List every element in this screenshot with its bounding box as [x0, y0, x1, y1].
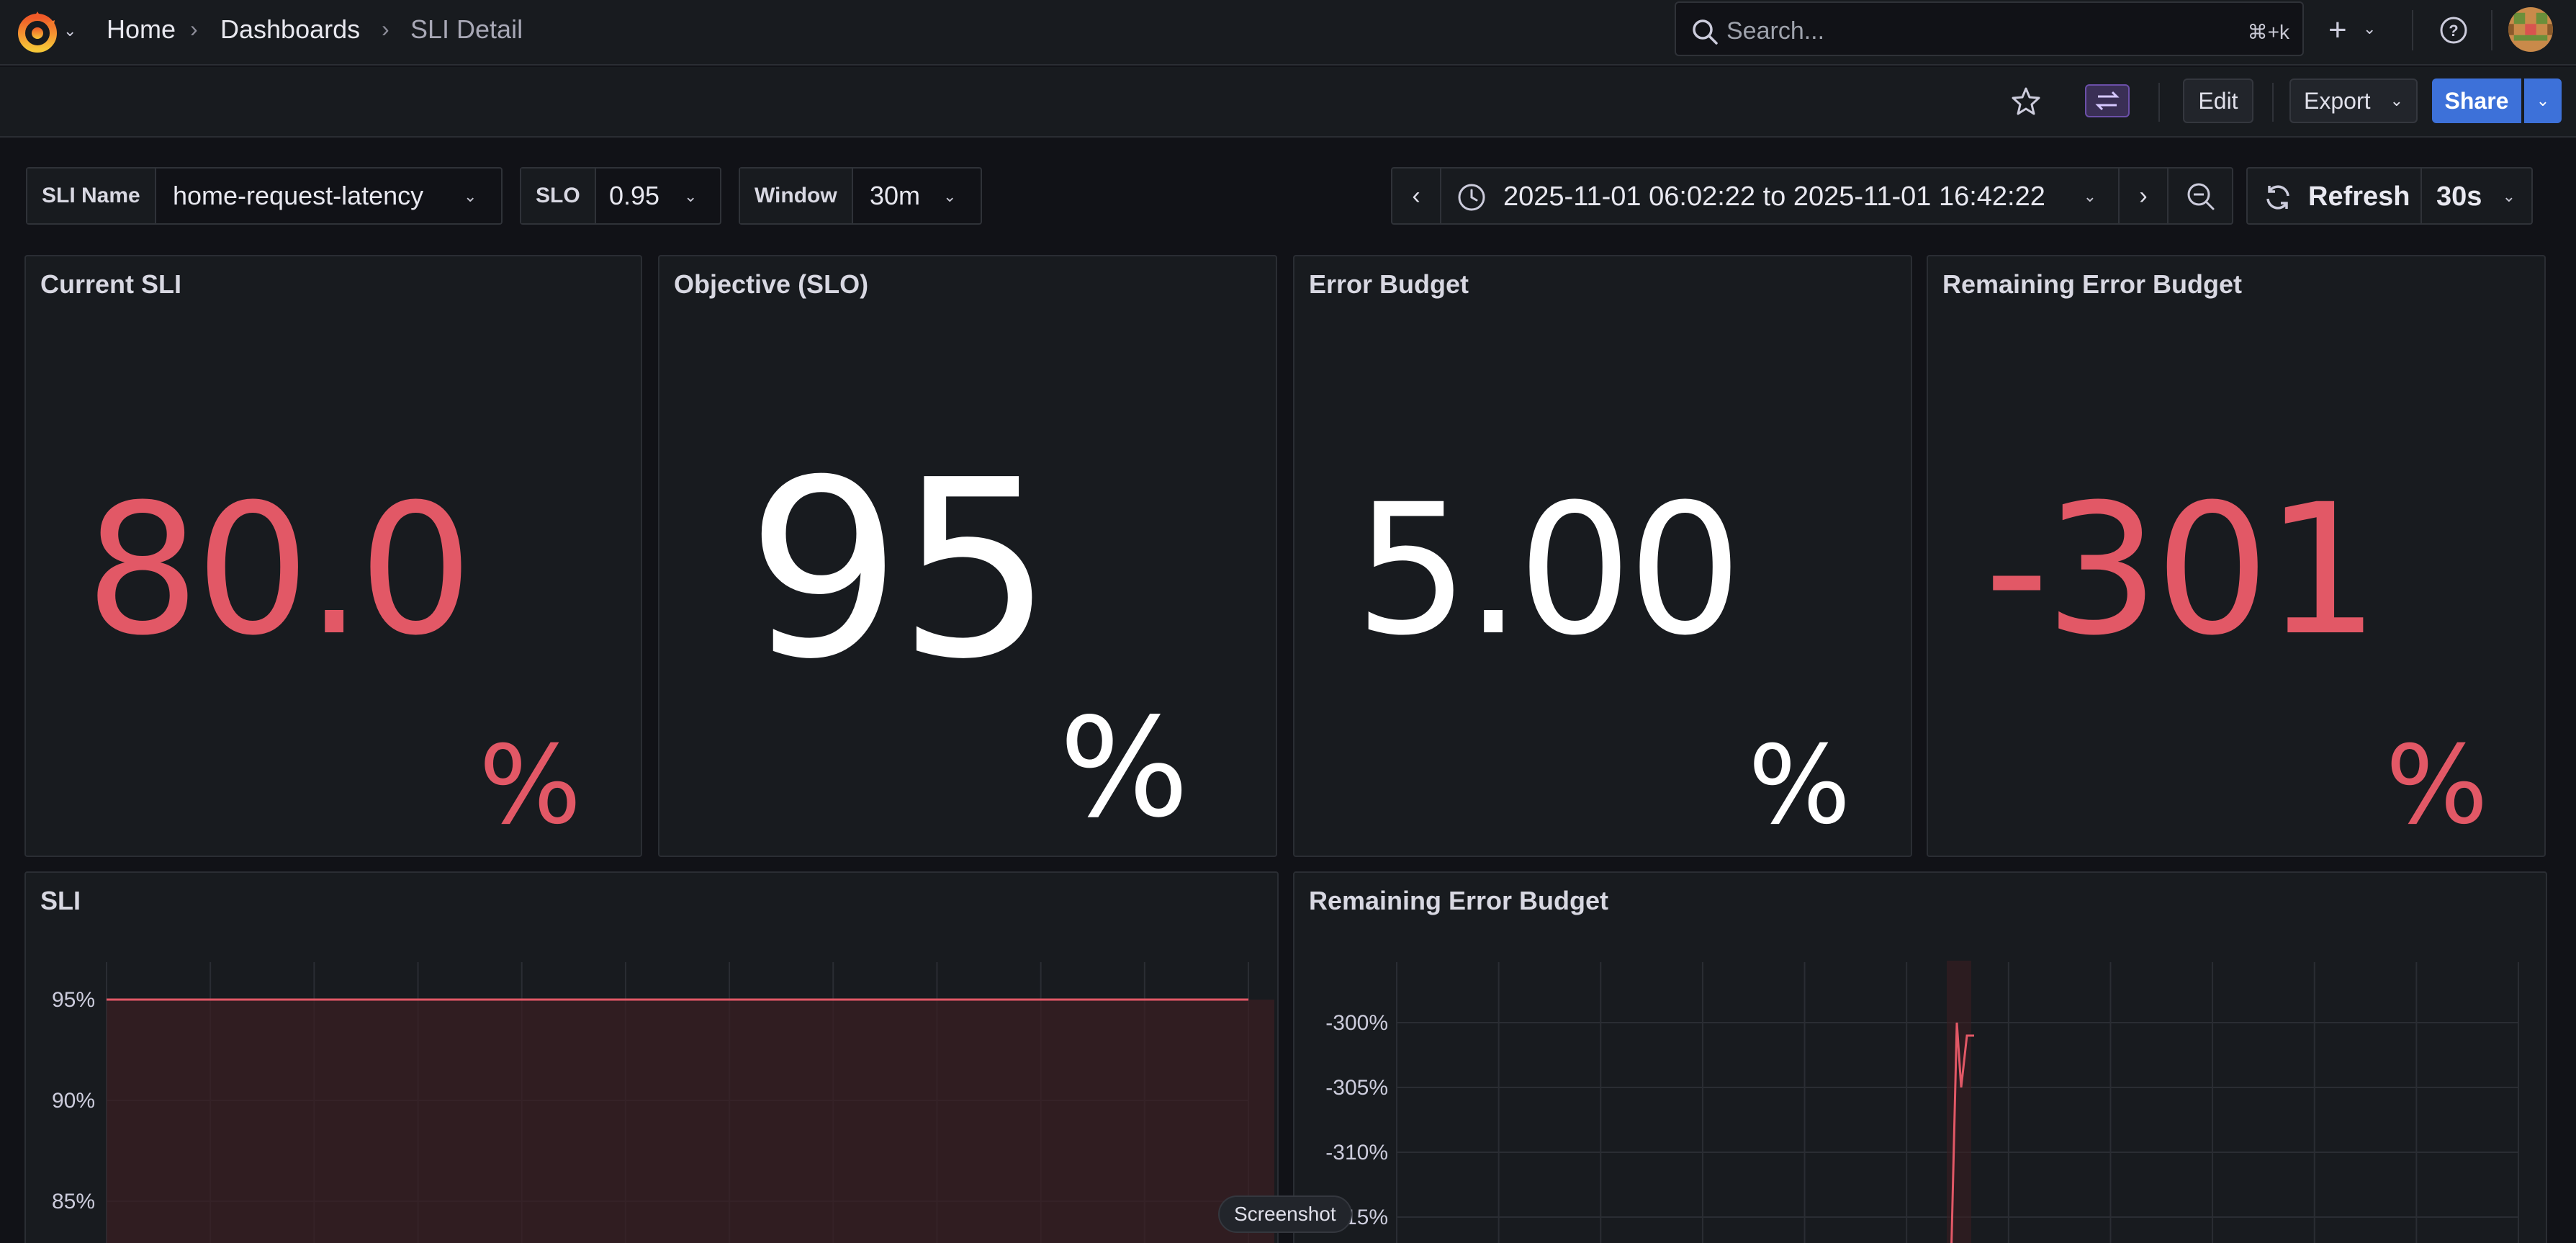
- top-nav-bar: ⌄ Home › Dashboards › SLI Detail Search.…: [0, 0, 2576, 66]
- breadcrumb-dashboards[interactable]: Dashboards: [220, 14, 360, 45]
- clock-icon: [1456, 181, 1487, 213]
- panel-current-sli[interactable]: Current SLI 80.0 %: [24, 255, 642, 857]
- chevron-right-icon: ›: [382, 16, 389, 42]
- chevron-down-icon[interactable]: ⌄: [63, 22, 76, 40]
- panel-remaining-chart[interactable]: Remaining Error Budget -300% -305% -310%…: [1293, 871, 2547, 1243]
- divider: [2412, 10, 2413, 50]
- share-options-button[interactable]: ⌄: [2524, 78, 2562, 123]
- help-icon[interactable]: ?: [2436, 13, 2471, 48]
- variable-label: Window: [740, 169, 853, 223]
- breadcrumb-current: SLI Detail: [410, 14, 523, 44]
- refresh-label: Refresh: [2308, 181, 2410, 212]
- variable-value: 30m: [870, 181, 921, 210]
- threshold-area: [107, 1000, 1274, 1243]
- stat-display: 5.00 %: [1294, 256, 1911, 856]
- refresh-interval-value: 30s: [2436, 181, 2482, 212]
- y-tick-label: 85%: [52, 1190, 95, 1213]
- plus-icon: +: [2328, 12, 2347, 48]
- remaining-chart: -300% -305% -310% -315%: [1325, 961, 2519, 1243]
- panel-sli-chart[interactable]: SLI 95% 90% 85%: [24, 871, 1279, 1243]
- sli-chart: 95% 90% 85%: [52, 962, 1274, 1243]
- refresh-interval-picker[interactable]: 30s ⌄: [2420, 167, 2533, 225]
- stat-unit: %: [1059, 688, 1189, 848]
- chevron-down-icon: ⌄: [2363, 19, 2377, 37]
- screenshot-tooltip: Screenshot: [1218, 1195, 1352, 1233]
- chevron-right-icon: ›: [2139, 182, 2148, 210]
- swap-icon[interactable]: [2085, 84, 2130, 117]
- y-tick-label: -300%: [1325, 1011, 1388, 1035]
- new-menu-button[interactable]: + ⌄: [2328, 10, 2386, 50]
- time-range-back-button[interactable]: ‹: [1391, 167, 1441, 225]
- stat-unit: %: [2385, 723, 2488, 848]
- chevron-down-icon: ⌄: [2502, 187, 2516, 205]
- export-button[interactable]: Export ⌄: [2289, 78, 2418, 123]
- panel-objective[interactable]: Objective (SLO) 95 %: [658, 255, 1277, 857]
- stat-value: 95: [746, 428, 1053, 713]
- chevron-down-icon: ⌄: [943, 187, 957, 205]
- search-input[interactable]: Search... ⌘+k: [1675, 1, 2304, 56]
- y-tick-label: 95%: [52, 988, 95, 1012]
- chevron-down-icon: ⌄: [2083, 187, 2097, 205]
- zoom-out-icon: [2187, 183, 2215, 210]
- breadcrumb-home[interactable]: Home: [107, 14, 176, 45]
- chevron-down-icon: ⌄: [2390, 91, 2403, 109]
- panel-error-budget[interactable]: Error Budget 5.00 %: [1293, 255, 1912, 857]
- star-icon[interactable]: [2009, 84, 2043, 119]
- time-range-forward-button[interactable]: ›: [2118, 167, 2169, 225]
- search-icon: [1690, 17, 1719, 46]
- chevron-left-icon: ‹: [1412, 182, 1420, 210]
- variable-label: SLO: [521, 169, 596, 223]
- y-tick-label: -305%: [1325, 1076, 1388, 1100]
- edit-button[interactable]: Edit: [2183, 78, 2253, 123]
- share-button[interactable]: Share: [2432, 78, 2521, 123]
- zoom-out-button[interactable]: [2167, 167, 2233, 225]
- grafana-logo-icon[interactable]: [14, 9, 60, 55]
- stat-unit: %: [479, 723, 582, 848]
- refresh-button[interactable]: Refresh: [2246, 167, 2422, 225]
- variable-value: home-request-latency: [173, 181, 424, 210]
- time-range-picker[interactable]: 2025-11-01 06:02:22 to 2025-11-01 16:42:…: [1440, 167, 2120, 225]
- variable-slo[interactable]: SLO 0.95 ⌄: [520, 167, 721, 225]
- panel-remaining-error-budget[interactable]: Remaining Error Budget -301 %: [1927, 255, 2546, 857]
- avatar[interactable]: [2508, 7, 2553, 52]
- stat-display: 80.0 %: [26, 256, 641, 856]
- variable-value: 0.95: [609, 181, 660, 210]
- divider: [2158, 83, 2160, 122]
- chevron-down-icon: ⌄: [464, 187, 477, 205]
- export-label: Export: [2304, 88, 2371, 114]
- search-shortcut: ⌘+k: [2247, 21, 2289, 43]
- stat-unit: %: [1748, 723, 1851, 848]
- svg-text:?: ?: [2449, 22, 2458, 40]
- stat-value: 5.00: [1354, 465, 1742, 675]
- stat-display: 95 %: [659, 256, 1276, 856]
- stat-value: -301: [1984, 465, 2379, 675]
- stat-display: -301 %: [1928, 256, 2544, 856]
- refresh-icon: [2262, 181, 2294, 213]
- search-placeholder: Search...: [1726, 17, 1825, 45]
- y-tick-label: 90%: [52, 1089, 95, 1113]
- variable-sli-name[interactable]: SLI Name home-request-latency ⌄: [26, 167, 503, 225]
- y-tick-label: -310%: [1325, 1141, 1388, 1165]
- divider: [2491, 10, 2492, 50]
- highlight-band: [1947, 961, 1971, 1243]
- divider: [2272, 83, 2274, 122]
- time-range-label: 2025-11-01 06:02:22 to 2025-11-01 16:42:…: [1503, 181, 2045, 212]
- stat-value: 80.0: [85, 465, 473, 675]
- variable-window[interactable]: Window 30m ⌄: [739, 167, 982, 225]
- chevron-down-icon: ⌄: [684, 187, 698, 205]
- chevron-down-icon: ⌄: [2536, 91, 2550, 109]
- dashboard-toolbar: Edit Export ⌄ Share ⌄: [0, 67, 2576, 138]
- chevron-right-icon: ›: [190, 16, 198, 42]
- variable-label: SLI Name: [27, 169, 156, 223]
